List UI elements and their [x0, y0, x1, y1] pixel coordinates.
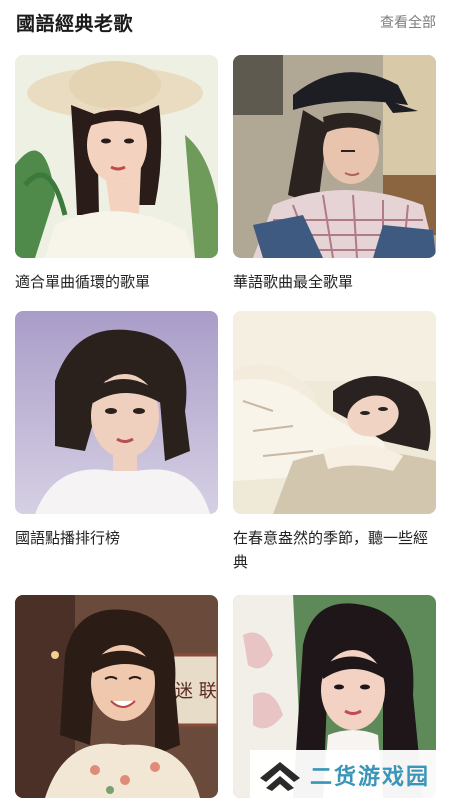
playlist-card[interactable]: 適合單曲循環的歌單 — [15, 55, 218, 294]
watermark-badge: 二货游戏园 — [250, 750, 450, 800]
playlist-card[interactable]: 在春意盎然的季節，聽一些經典 — [233, 311, 436, 574]
playlist-title[interactable]: 在春意盎然的季節，聽一些經典 — [233, 526, 436, 574]
view-all-link[interactable]: 查看全部 — [380, 12, 436, 32]
playlist-title[interactable]: 國語點播排行榜 — [15, 526, 218, 550]
woman-black-cap-portrait-icon — [233, 55, 436, 258]
playlist-cover[interactable] — [233, 311, 436, 514]
playlist-cover[interactable] — [15, 55, 218, 258]
svg-text:迷 联: 迷 联 — [175, 681, 217, 702]
playlist-card[interactable]: 迷 联 — [15, 595, 218, 800]
playlist-title[interactable]: 適合單曲循環的歌單 — [15, 270, 218, 294]
playlist-cover[interactable]: 迷 联 — [15, 595, 218, 798]
playlist-card[interactable]: 華語歌曲最全歌單 — [233, 55, 436, 294]
section-title: 國語經典老歌 — [16, 12, 134, 35]
section-header: 國語經典老歌 查看全部 — [16, 8, 436, 36]
playlist-title[interactable]: 華語歌曲最全歌單 — [233, 270, 436, 294]
playlist-card[interactable]: 國語點播排行榜 — [15, 311, 218, 550]
playlist-cover[interactable] — [15, 311, 218, 514]
woman-straw-hat-portrait-icon — [15, 55, 218, 258]
playlist-cover[interactable] — [233, 55, 436, 258]
woman-resting-on-table-portrait-icon — [233, 311, 436, 514]
watermark-text: 二货游戏园 — [310, 765, 431, 790]
double-chevron-up-logo-icon — [260, 762, 300, 791]
woman-short-hair-portrait-icon — [15, 311, 218, 514]
screen: 國語經典老歌 查看全部 適合單曲循環的歌單 華語歌曲最全歌單 國語點播排行榜 在… — [0, 0, 450, 800]
woman-smiling-portrait-icon: 迷 联 — [15, 595, 218, 798]
